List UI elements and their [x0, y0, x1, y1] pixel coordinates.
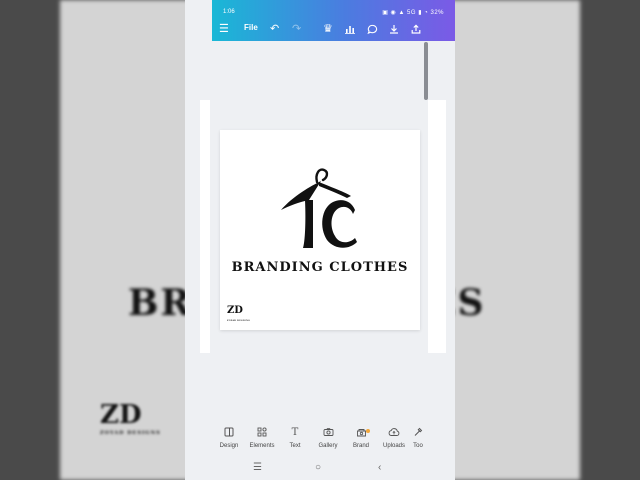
- tab-design-label: Design: [219, 443, 239, 449]
- android-nav-bar: ☰ ○ ‹: [185, 460, 455, 480]
- page-edge-left: [200, 100, 210, 353]
- phone-screen: 1:06 ▣ ◉ ▲ 5G ▮ ◔ 32% ☰ File ↶ ↷ ♛ BRAND…: [185, 0, 455, 480]
- share-icon[interactable]: [411, 22, 421, 36]
- comment-icon[interactable]: [367, 22, 378, 36]
- scrollbar-thumb[interactable]: [424, 42, 428, 100]
- editor-toolbar: ☰ File ↶ ↷ ♛: [212, 20, 455, 38]
- page-edge-right: [428, 100, 446, 353]
- status-bar: 1:06 ▣ ◉ ▲ 5G ▮ ◔ 32%: [212, 0, 455, 22]
- background-zd-text: ZD: [100, 400, 142, 430]
- design-canvas[interactable]: BRANDING CLOTHES ZD ZOYAD DESIGNS: [220, 130, 420, 330]
- download-icon[interactable]: [389, 22, 399, 36]
- zd-text: ZD: [227, 305, 243, 316]
- status-icons: ▣ ◉ ▲ 5G ▮ ◔ 32%: [382, 10, 444, 16]
- status-time: 1:06: [223, 9, 235, 15]
- redo-icon[interactable]: ↷: [292, 22, 301, 36]
- tab-gallery[interactable]: Gallery: [311, 425, 345, 449]
- hanger-c-logo: [281, 168, 357, 248]
- zd-logo: ZD ZOYAD DESIGNS: [227, 306, 250, 326]
- tools-icon: [406, 425, 430, 441]
- recents-icon[interactable]: ☰: [253, 462, 262, 473]
- tab-elements[interactable]: Elements: [245, 425, 279, 449]
- brand-text: BRANDING CLOTHES: [231, 260, 409, 275]
- undo-icon[interactable]: ↶: [270, 22, 279, 36]
- background-zd-logo: ZD ZOYAD DESIGNS: [100, 400, 161, 436]
- tab-design[interactable]: Design: [212, 425, 246, 449]
- back-icon[interactable]: ‹: [378, 462, 381, 473]
- tab-elements-label: Elements: [249, 443, 275, 449]
- bottom-tab-bar: Design Elements T Text Gallery Brand Upl…: [212, 425, 455, 460]
- file-menu-button[interactable]: File: [244, 23, 258, 32]
- elements-icon: [245, 425, 279, 441]
- brand-icon: [344, 425, 378, 441]
- tab-tools[interactable]: Too: [406, 425, 430, 449]
- design-icon: [212, 425, 246, 441]
- tab-brand-label: Brand: [352, 443, 369, 449]
- tab-text[interactable]: T Text: [278, 425, 312, 449]
- camera-icon: [311, 425, 345, 441]
- tab-tools-label: Too: [413, 443, 423, 449]
- crown-icon[interactable]: ♛: [323, 22, 333, 36]
- top-bar: 1:06 ▣ ◉ ▲ 5G ▮ ◔ 32% ☰ File ↶ ↷ ♛: [212, 0, 455, 41]
- chart-icon[interactable]: [345, 22, 355, 36]
- background-zd-subtext: ZOYAD DESIGNS: [100, 430, 161, 436]
- tab-text-label: Text: [289, 443, 301, 449]
- home-icon[interactable]: ○: [315, 462, 321, 473]
- menu-icon[interactable]: ☰: [219, 22, 229, 36]
- brand-notification-dot: [366, 429, 370, 433]
- text-icon: T: [291, 427, 299, 438]
- zd-subtext: ZOYAD DESIGNS: [227, 320, 251, 322]
- tab-brand[interactable]: Brand: [344, 425, 378, 449]
- tab-gallery-label: Gallery: [318, 443, 338, 449]
